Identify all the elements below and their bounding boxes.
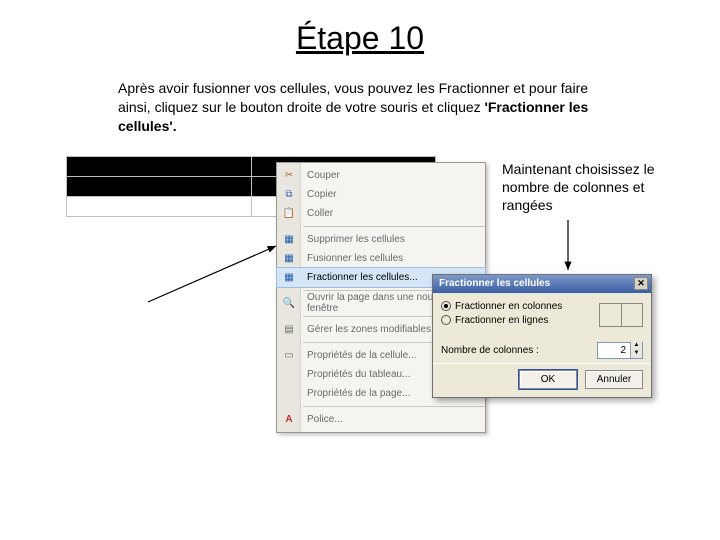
cancel-button[interactable]: Annuler [585,370,643,389]
table-icon: ▦ [281,270,297,285]
ok-button[interactable]: OK [519,370,577,389]
menu-separator [303,406,485,407]
spinner-up-icon[interactable]: ▲ [630,342,642,350]
font-icon: A [281,412,297,427]
menu-item-delete-cells[interactable]: ▦Supprimer les cellules [277,230,485,249]
spinner-down-icon[interactable]: ▼ [630,350,642,358]
dialog-title: Fractionner les cellules [439,278,550,289]
menu-item-font[interactable]: APolice... [277,410,485,429]
menu-item-copy[interactable]: ⧉Copier [277,185,485,204]
menu-separator [303,226,485,227]
pointer-arrow [560,220,600,280]
annotation-text: Maintenant choisissez le nombre de colon… [502,160,672,215]
close-button[interactable]: ✕ [634,277,648,290]
menu-item-paste[interactable]: 📋Coller [277,204,485,223]
properties-icon: ▭ [281,348,297,363]
dialog-titlebar: Fractionner les cellules ✕ [433,275,651,293]
menu-item-merge-cells[interactable]: ▦Fusionner les cellules [277,249,485,268]
radio-split-rows[interactable]: Fractionner en lignes [441,315,562,326]
paste-icon: 📋 [281,206,297,221]
grid-icon: ▤ [281,322,297,337]
pointer-arrow [148,244,278,304]
radio-split-columns[interactable]: Fractionner en colonnes [441,301,562,312]
table-icon: ▦ [281,251,297,266]
slide-title: Étape 10 [0,20,720,57]
radio-icon [441,315,451,325]
illustration-stage: ✂Couper ⧉Copier 📋Coller ▦Supprimer les c… [0,156,720,456]
ncols-spinner[interactable]: 2 ▲▼ [597,342,643,359]
table-icon: ▦ [281,232,297,247]
magnifier-icon: 🔍 [281,296,297,311]
radio-icon [441,301,451,311]
split-preview [599,303,643,327]
scissors-icon: ✂ [281,168,297,183]
menu-item-cut[interactable]: ✂Couper [277,166,485,185]
split-cells-dialog: Fractionner les cellules ✕ Fractionner e… [432,274,652,398]
ncols-label: Nombre de colonnes : [441,345,539,356]
ncols-value: 2 [598,345,630,356]
copy-icon: ⧉ [281,187,297,202]
intro-paragraph: Après avoir fusionner vos cellules, vous… [118,79,620,136]
